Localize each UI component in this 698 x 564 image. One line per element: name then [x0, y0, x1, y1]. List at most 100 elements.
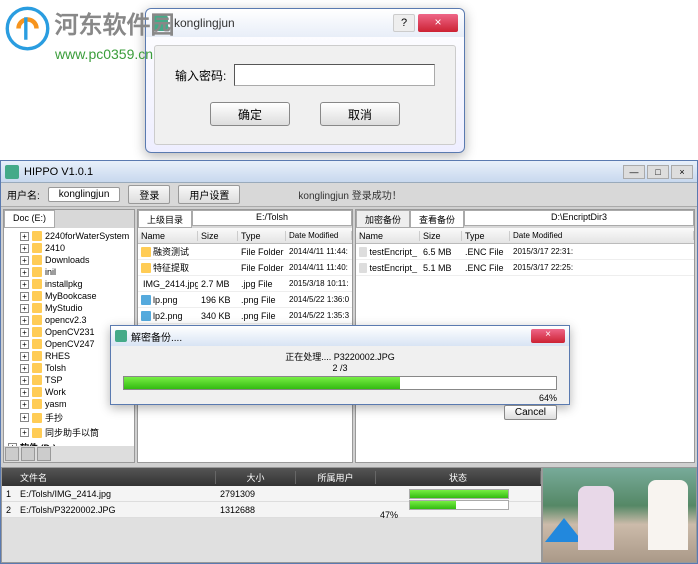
task-progress-fill — [410, 501, 456, 509]
expand-icon[interactable]: + — [20, 413, 29, 422]
tree-tool-2[interactable] — [21, 447, 35, 461]
password-dialog-titlebar[interactable]: konglingjun ? × — [146, 9, 464, 37]
expand-icon[interactable]: + — [20, 364, 29, 373]
tree-node[interactable]: +Downloads — [6, 254, 132, 266]
site-watermark: 河东软件园 www.pc0359.cn — [5, 5, 174, 62]
password-input[interactable] — [234, 64, 435, 86]
folder-icon — [32, 303, 42, 313]
app-icon — [115, 330, 127, 342]
task-col-user[interactable]: 所属用户 — [296, 471, 376, 484]
minimize-button[interactable]: — — [623, 165, 645, 179]
expand-icon[interactable]: + — [20, 304, 29, 313]
file-row[interactable]: IMG_2414.jpg2.7 MB.jpg File2015/3/18 10:… — [138, 276, 352, 292]
folder-icon — [32, 375, 42, 385]
expand-icon[interactable]: + — [20, 280, 29, 289]
password-label: 输入密码: — [175, 67, 226, 84]
enc-row[interactable]: testEncript_6.5 MB.ENC File2015/3/17 22:… — [356, 244, 694, 260]
expand-icon[interactable]: + — [20, 388, 29, 397]
ok-button[interactable]: 确定 — [210, 102, 290, 126]
password-dialog-title: konglingjun — [174, 16, 393, 30]
file-path[interactable]: E:/Tolsh — [192, 210, 352, 226]
task-col-name[interactable]: 文件名 — [16, 471, 216, 484]
file-row[interactable]: lp.png196 KB.png File2014/5/22 1:36:0 — [138, 292, 352, 308]
tree-tool-3[interactable] — [37, 447, 51, 461]
task-progress-fill — [410, 490, 508, 498]
tree-node[interactable]: +MyBookcase — [6, 290, 132, 302]
app-title: HIPPO V1.0.1 — [24, 166, 623, 178]
tree-node[interactable]: +inil — [6, 266, 132, 278]
main-titlebar[interactable]: HIPPO V1.0.1 — □ × — [1, 161, 697, 183]
progress-cancel-button[interactable]: Cancel — [504, 405, 557, 420]
enc-col-date[interactable]: Date Modified — [510, 231, 694, 240]
file-row[interactable]: lp2.png340 KB.png File2014/5/22 1:35:3 — [138, 308, 352, 324]
folder-icon — [32, 351, 42, 361]
tree-node[interactable]: +MyStudio — [6, 302, 132, 314]
folder-icon — [141, 263, 151, 273]
expand-icon[interactable]: + — [20, 268, 29, 277]
enc-col-name[interactable]: Name — [356, 231, 420, 241]
cancel-button[interactable]: 取消 — [320, 102, 400, 126]
folder-icon — [32, 428, 42, 438]
task-row[interactable]: 2E:/Tolsh/P3220002.JPG1312688 47% — [2, 502, 541, 518]
task-col-size[interactable]: 大小 — [216, 471, 296, 484]
expand-icon[interactable]: + — [20, 256, 29, 265]
folder-icon — [32, 315, 42, 325]
tree-node[interactable]: +installpkg — [6, 278, 132, 290]
expand-icon[interactable]: + — [20, 376, 29, 385]
tree-node[interactable]: +手抄 — [6, 410, 132, 425]
task-header: 文件名 大小 所属用户 状态 — [2, 468, 541, 486]
username-field[interactable]: konglingjun — [48, 187, 121, 202]
task-progress-bar — [409, 489, 509, 499]
folder-icon — [32, 339, 42, 349]
enc-row[interactable]: testEncript_5.1 MB.ENC File2015/3/17 22:… — [356, 260, 694, 276]
tree-node[interactable]: +2240forWaterSystem — [6, 230, 132, 242]
expand-icon[interactable]: + — [20, 428, 29, 437]
file-table-header: Name Size Type Date Modified — [138, 228, 352, 244]
enc-col-type[interactable]: Type — [462, 231, 510, 241]
view-backup-tab[interactable]: 查看备份 — [410, 210, 464, 228]
enc-col-size[interactable]: Size — [420, 231, 462, 241]
folder-icon — [32, 255, 42, 265]
expand-icon[interactable]: + — [20, 232, 29, 241]
file-row[interactable]: 融资测试File Folder2014/4/11 11:44: — [138, 244, 352, 260]
expand-icon[interactable]: + — [20, 340, 29, 349]
maximize-button[interactable]: □ — [647, 165, 669, 179]
folder-icon — [32, 231, 42, 241]
tree-tool-1[interactable] — [5, 447, 19, 461]
encrypt-tab[interactable]: 加密备份 — [356, 210, 410, 228]
tree-node[interactable]: +2410 — [6, 242, 132, 254]
expand-icon[interactable]: + — [20, 352, 29, 361]
site-name: 河东软件园 — [54, 12, 174, 39]
progress-close-button[interactable]: × — [531, 329, 565, 343]
col-name[interactable]: Name — [138, 231, 198, 241]
expand-icon[interactable]: + — [20, 244, 29, 253]
person-shape — [648, 480, 688, 550]
col-date[interactable]: Date Modified — [286, 231, 352, 240]
expand-icon[interactable]: + — [20, 328, 29, 337]
image-icon — [141, 311, 151, 321]
expand-icon[interactable]: + — [20, 316, 29, 325]
progress-dialog: 解密备份.... × 正在处理.... P3220002.JPG 2 /3 64… — [110, 325, 570, 405]
col-type[interactable]: Type — [238, 231, 286, 241]
progress-titlebar[interactable]: 解密备份.... × — [111, 326, 569, 346]
tree-tab[interactable]: Doc (E:) — [4, 210, 55, 228]
site-url: www.pc0359.cn — [55, 46, 174, 62]
task-col-status[interactable]: 状态 — [376, 471, 541, 484]
enc-path[interactable]: D:\EncriptDir3 — [464, 210, 694, 226]
login-button[interactable]: 登录 — [128, 185, 170, 204]
col-size[interactable]: Size — [198, 231, 238, 241]
window-close-button[interactable]: × — [671, 165, 693, 179]
expand-icon[interactable]: + — [20, 400, 29, 409]
expand-icon[interactable]: + — [20, 292, 29, 301]
up-dir-tab[interactable]: 上级目录 — [138, 210, 192, 228]
user-settings-button[interactable]: 用户设置 — [178, 185, 240, 204]
folder-icon — [32, 291, 42, 301]
close-button[interactable]: × — [418, 14, 458, 32]
person-shape — [578, 486, 614, 550]
password-dialog: konglingjun ? × 输入密码: 确定 取消 — [145, 8, 465, 153]
tree-node[interactable]: +同步助手以筒 — [6, 425, 132, 440]
help-button[interactable]: ? — [393, 14, 415, 32]
file-row[interactable]: 特征提取File Folder2014/4/11 11:40: — [138, 260, 352, 276]
enc-table-header: Name Size Type Date Modified — [356, 228, 694, 244]
folder-icon — [32, 387, 42, 397]
